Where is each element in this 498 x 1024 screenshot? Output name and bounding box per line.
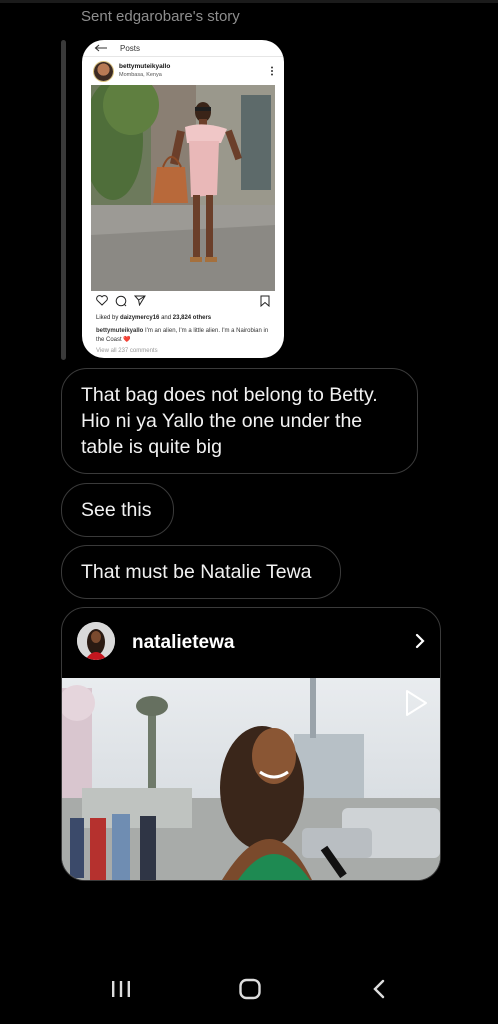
send-icon[interactable]: [134, 295, 146, 306]
likes-user: daizymercy16: [120, 315, 160, 321]
shared-story-card[interactable]: Posts bettymuteikyallo Mombasa, Kenya Li…: [82, 40, 284, 358]
system-nav-bar: [0, 960, 498, 1024]
post-actions-row: [96, 294, 270, 308]
message-bubble[interactable]: That must be Natalie Tewa: [61, 545, 341, 599]
message-bubble[interactable]: That bag does not belong to Betty. Hio n…: [61, 368, 418, 474]
message-text: See this: [81, 499, 152, 521]
post-username: bettymuteikyallo: [119, 63, 171, 70]
shared-post-video[interactable]: [62, 678, 440, 880]
bookmark-icon[interactable]: [260, 295, 270, 307]
heart-icon[interactable]: [96, 295, 108, 306]
shared-post-username: natalietewa: [132, 632, 235, 653]
post-nav-header: Posts: [94, 42, 140, 54]
post-nav-title: Posts: [120, 43, 141, 53]
likes-prefix: Liked by: [96, 315, 119, 321]
view-comments-link[interactable]: View all 237 comments: [96, 348, 158, 354]
story-reply-caption: Sent edgarobare's story: [81, 8, 240, 25]
avatar: [94, 61, 113, 81]
caption-heart: ❤️: [123, 337, 131, 343]
likes-and: and: [161, 315, 172, 321]
home-icon[interactable]: [238, 978, 262, 1000]
post-photo: [91, 85, 275, 291]
message-line: table is quite big: [81, 436, 222, 458]
message-line: That bag does not belong to Betty.: [81, 384, 378, 406]
shared-post-header[interactable]: natalietewa: [62, 608, 440, 678]
shared-post-card[interactable]: natalietewa: [61, 607, 441, 881]
back-arrow-icon: [94, 44, 107, 52]
caption-user: bettymuteikyallo: [96, 328, 144, 334]
comment-icon[interactable]: [115, 295, 127, 307]
post-location: Mombasa, Kenya: [119, 72, 162, 78]
message-bubble[interactable]: See this: [61, 483, 174, 537]
likes-count: 23,824 others: [172, 315, 212, 321]
message-text: That must be Natalie Tewa: [81, 561, 312, 583]
more-vertical-icon: [271, 66, 273, 76]
back-icon[interactable]: [370, 978, 388, 1000]
post-likes: Liked by daizymercy16 and 23,824 others: [96, 315, 211, 321]
play-icon[interactable]: [400, 688, 430, 718]
message-line: Hio ni ya Yallo the one under the: [81, 410, 363, 432]
post-profile-row: bettymuteikyallo Mombasa, Kenya: [94, 60, 274, 82]
header-divider: [82, 56, 284, 57]
top-divider: [0, 0, 498, 3]
reply-indicator-bar: [61, 40, 66, 360]
post-caption: bettymuteikyallo I'm an alien, I'm a lit…: [96, 327, 272, 345]
avatar: [77, 622, 115, 660]
recents-icon[interactable]: [110, 978, 132, 1000]
chevron-right-icon: [415, 633, 425, 649]
